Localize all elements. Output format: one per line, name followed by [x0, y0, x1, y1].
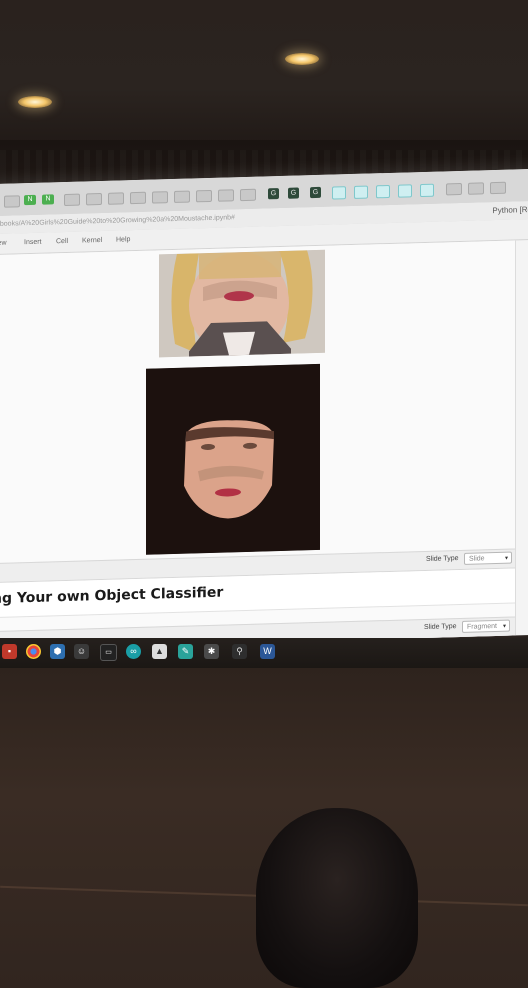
ceiling [0, 0, 528, 160]
browser-tab[interactable] [108, 192, 124, 205]
slide-type-value: Slide [469, 555, 485, 563]
tab-g-icon[interactable]: G [310, 186, 321, 199]
tab-n-icon[interactable]: N [42, 194, 54, 205]
browser-tab[interactable] [64, 193, 80, 207]
browser-tab[interactable] [4, 195, 20, 208]
projected-screen: N N G G G ebooks/A%20Girls%20Guide%20to%… [0, 168, 528, 650]
menu-view[interactable]: iew [0, 234, 7, 254]
browser-tab[interactable] [174, 190, 190, 203]
terminal-icon[interactable]: ▭ [100, 644, 117, 661]
notebook-area: Slide Type Slide ▾ ng Your own Object Cl… [0, 240, 516, 650]
chevron-down-icon: ▾ [504, 555, 508, 562]
tab-n-icon[interactable]: N [24, 194, 36, 206]
chrome-icon[interactable] [26, 644, 41, 659]
new-tab-button[interactable] [490, 181, 506, 195]
face-image-blonde [159, 249, 325, 358]
menu-help[interactable]: Help [116, 230, 130, 250]
ceiling-light-left [18, 96, 52, 108]
browser-tab-cyan[interactable] [354, 185, 368, 199]
tab-g-icon[interactable]: G [288, 187, 299, 199]
kernel-indicator: Python [Ro [492, 204, 528, 216]
slide-type-select[interactable]: Slide ▾ [464, 551, 512, 565]
section-heading: ng Your own Object Classifier [0, 584, 224, 608]
browser-tab[interactable] [86, 192, 102, 206]
ceiling-light-right [285, 53, 319, 65]
word-icon[interactable]: W [260, 644, 275, 659]
person-icon[interactable]: ☺ [74, 644, 89, 659]
magnifier-icon[interactable]: ⚲ [232, 644, 247, 659]
notepad-icon[interactable]: ✎ [178, 644, 193, 659]
menu-cell[interactable]: Cell [56, 232, 68, 252]
browser-tab[interactable] [446, 182, 462, 196]
browser-tab[interactable] [196, 189, 212, 203]
menu-insert[interactable]: Insert [24, 233, 42, 253]
browser-tab[interactable] [218, 189, 234, 202]
browser-tab-cyan[interactable] [420, 183, 434, 198]
app-icon[interactable]: ▪ [2, 644, 17, 659]
tool-icon[interactable]: ✱ [204, 644, 219, 659]
face-mask-drawing [146, 363, 320, 555]
tab-g-icon[interactable]: G [268, 188, 279, 200]
face-image-mask [146, 363, 320, 555]
photos-icon[interactable]: ▲ [152, 644, 167, 659]
menu-kernel[interactable]: Kernel [82, 231, 102, 252]
browser-tab[interactable] [152, 191, 168, 204]
slide-type-label: Slide Type [424, 623, 457, 631]
network-icon[interactable]: ⬢ [50, 644, 65, 659]
face-blonde-drawing [159, 249, 325, 358]
slide-type-label: Slide Type [426, 555, 459, 563]
browser-tab[interactable] [240, 188, 256, 202]
browser-tab-cyan[interactable] [398, 184, 412, 198]
browser-tab-cyan[interactable] [376, 184, 390, 199]
windows-taskbar: ▪ ⬢ ☺ ▭ ∞ ▲ ✎ ✱ ⚲ W [0, 638, 528, 668]
arduino-icon[interactable]: ∞ [126, 644, 141, 659]
slide-type-value: Fragment [467, 622, 497, 631]
audience-head [256, 808, 418, 988]
chevron-down-icon: ▾ [502, 623, 506, 630]
browser-tab-cyan[interactable] [332, 186, 346, 200]
slide-type-select[interactable]: Fragment ▾ [462, 619, 510, 633]
browser-tab[interactable] [468, 182, 484, 195]
browser-tab[interactable] [130, 191, 146, 205]
